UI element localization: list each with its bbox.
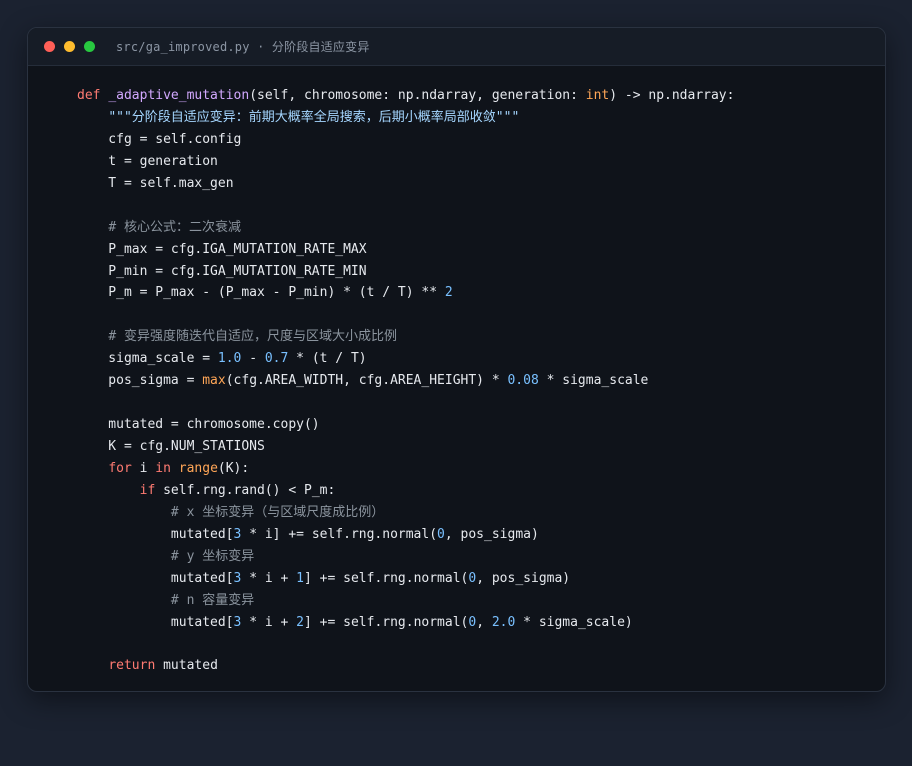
code-token: def [77, 88, 109, 103]
code-token: if [139, 482, 156, 498]
minimize-button[interactable] [64, 41, 75, 52]
code-token: mutated = chromosome.copy() [77, 417, 320, 433]
code-token: # n 容量变异 [170, 592, 255, 608]
code-token: # 核心公式：二次衰减 [108, 219, 241, 235]
code-line: sigma_scale = 1.0 - 0.7 * (t / T) [77, 348, 865, 370]
code-token: * sigma_scale) [515, 614, 633, 630]
code-line: def _adaptive_mutation(self, chromosome:… [77, 85, 865, 107]
file-title: src/ga_improved.py · 分阶段自适应变异 [116, 40, 370, 54]
code-token: return [108, 658, 156, 674]
code-line: T = self.max_gen [77, 173, 865, 195]
code-line: mutated[3 * i + 1] += self.rng.normal(0,… [77, 568, 865, 590]
code-line: # y 坐标变异 [77, 546, 865, 568]
code-token: 1 [296, 570, 304, 586]
code-token: # 变异强度随迭代自适应，尺度与区域大小成比例 [108, 329, 397, 345]
close-button[interactable] [44, 41, 55, 52]
code-token: in [155, 460, 171, 476]
code-line: cfg = self.config [77, 129, 865, 151]
code-token: pos_sigma = [77, 373, 203, 389]
code-token: 0.08 [507, 373, 539, 389]
code-token: cfg = self.config [77, 131, 242, 147]
code-token: mutated[ [77, 570, 234, 586]
code-line: P_min = cfg.IGA_MUTATION_RATE_MIN [77, 261, 865, 283]
code-token: (self, chromosome: np.ndarray, generatio… [249, 88, 586, 103]
code-token: ] += self.rng.normal( [304, 570, 469, 586]
code-token: t = generation [77, 153, 218, 169]
code-token: mutated[ [77, 614, 234, 630]
code-token: ) -> np.ndarray: [609, 88, 735, 103]
code-token: 1.0 [217, 351, 242, 367]
code-token: , [476, 614, 492, 630]
code-token: 2.0 [491, 614, 516, 630]
code-token: * (t / T) [288, 351, 367, 367]
code-line: P_m = P_max - (P_max - P_min) * (t / T) … [77, 282, 865, 304]
code-token: (K): [217, 460, 250, 476]
code-token: 0 [437, 526, 445, 542]
code-token: for [108, 460, 132, 476]
code-token: i [131, 460, 156, 476]
code-line: return mutated [77, 655, 865, 677]
code-line: for i in range(K): [77, 458, 865, 480]
code-block[interactable]: def _adaptive_mutation(self, chromosome:… [77, 85, 865, 677]
code-line: # x 坐标变异（与区域尺度成比例） [77, 502, 865, 524]
code-token: * i + [241, 614, 297, 630]
code-token: # x 坐标变异（与区域尺度成比例） [170, 504, 385, 520]
code-line: mutated = chromosome.copy() [77, 414, 865, 436]
code-line: mutated[3 * i] += self.rng.normal(0, pos… [77, 524, 865, 546]
code-token: P_min = cfg.IGA_MUTATION_RATE_MIN [77, 263, 367, 279]
code-token: - [241, 351, 265, 367]
maximize-button[interactable] [84, 41, 95, 52]
code-token: range [178, 460, 218, 476]
code-token: P_m = P_max - (P_max - P_min) * (t / T) … [77, 285, 445, 301]
code-token: * i] += self.rng.normal( [241, 526, 438, 542]
code-token: _adaptive_mutation [108, 88, 250, 103]
code-token: # y 坐标变异 [170, 548, 255, 564]
title-bar: src/ga_improved.py · 分阶段自适应变异 [28, 28, 885, 66]
code-line: # 核心公式：二次衰减 [77, 217, 865, 239]
code-line: """分阶段自适应变异：前期大概率全局搜索，后期小概率局部收敛""" [77, 107, 865, 129]
code-line: mutated[3 * i + 2] += self.rng.normal(0,… [77, 612, 865, 634]
code-token: P_max = cfg.IGA_MUTATION_RATE_MAX [77, 241, 367, 257]
code-token: int [585, 88, 610, 103]
code-token: """分阶段自适应变异：前期大概率全局搜索，后期小概率局部收敛""" [108, 109, 520, 125]
code-token: (cfg.AREA_WIDTH, cfg.AREA_HEIGHT) * [225, 373, 508, 389]
code-token: T = self.max_gen [77, 175, 234, 191]
code-token: mutated[ [77, 526, 234, 542]
code-line: pos_sigma = max(cfg.AREA_WIDTH, cfg.AREA… [77, 370, 865, 392]
code-line: P_max = cfg.IGA_MUTATION_RATE_MAX [77, 239, 865, 261]
code-window: src/ga_improved.py · 分阶段自适应变异 def _adapt… [27, 27, 886, 692]
code-token: ] += self.rng.normal( [304, 614, 469, 630]
code-token: self.rng.rand() < P_m: [155, 482, 336, 498]
code-token: * i + [241, 570, 297, 586]
code-line: # n 容量变异 [77, 590, 865, 612]
code-line: t = generation [77, 151, 865, 173]
code-token: sigma_scale = [77, 351, 218, 367]
code-token: max [202, 373, 226, 389]
code-line: # 变异强度随迭代自适应，尺度与区域大小成比例 [77, 326, 865, 348]
code-token: mutated [155, 658, 218, 674]
code-token: 2 [296, 614, 304, 630]
code-token: 0.7 [264, 351, 289, 367]
code-token: * sigma_scale [538, 373, 649, 389]
code-token: K = cfg.NUM_STATIONS [77, 439, 265, 454]
code-line: K = cfg.NUM_STATIONS [77, 436, 865, 458]
code-token: , pos_sigma) [444, 526, 539, 542]
code-token: , pos_sigma) [476, 570, 571, 586]
code-line: if self.rng.rand() < P_m: [77, 480, 865, 502]
code-token: 2 [444, 285, 453, 301]
